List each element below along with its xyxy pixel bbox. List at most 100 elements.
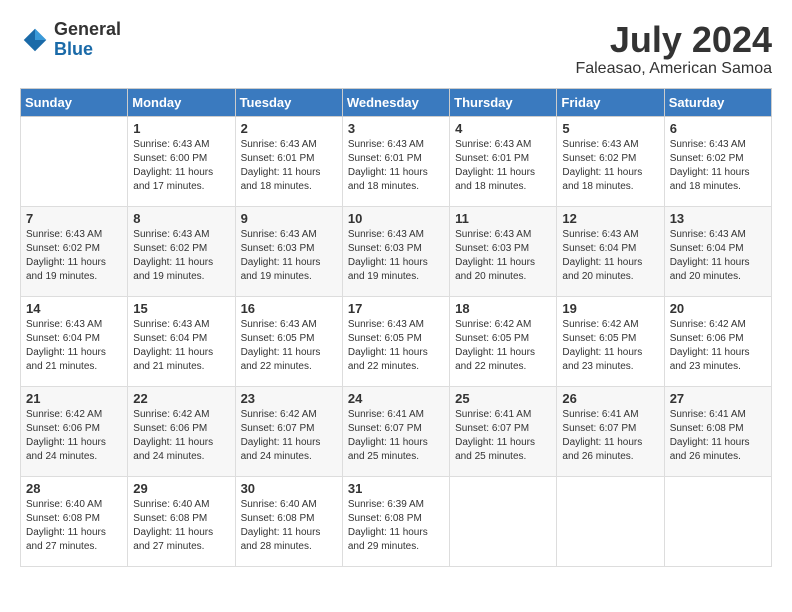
- day-info: Sunrise: 6:43 AMSunset: 6:00 PMDaylight:…: [133, 138, 229, 194]
- day-number: 26: [562, 391, 658, 406]
- day-info: Sunrise: 6:43 AMSunset: 6:04 PMDaylight:…: [670, 228, 766, 284]
- day-info: Sunrise: 6:39 AMSunset: 6:08 PMDaylight:…: [348, 498, 444, 554]
- calendar-table: SundayMondayTuesdayWednesdayThursdayFrid…: [20, 88, 772, 567]
- calendar-week-4: 21 Sunrise: 6:42 AMSunset: 6:06 PMDayligh…: [21, 386, 772, 476]
- day-info: Sunrise: 6:41 AMSunset: 6:07 PMDaylight:…: [455, 408, 551, 464]
- calendar-cell: 27 Sunrise: 6:41 AMSunset: 6:08 PMDayligh…: [664, 386, 771, 476]
- day-number: 2: [241, 121, 337, 136]
- day-info: Sunrise: 6:43 AMSunset: 6:05 PMDaylight:…: [348, 318, 444, 374]
- day-number: 22: [133, 391, 229, 406]
- calendar-cell: 24 Sunrise: 6:41 AMSunset: 6:07 PMDayligh…: [342, 386, 449, 476]
- calendar-cell: 20 Sunrise: 6:42 AMSunset: 6:06 PMDayligh…: [664, 296, 771, 386]
- calendar-cell: 21 Sunrise: 6:42 AMSunset: 6:06 PMDayligh…: [21, 386, 128, 476]
- day-info: Sunrise: 6:43 AMSunset: 6:04 PMDaylight:…: [562, 228, 658, 284]
- day-info: Sunrise: 6:43 AMSunset: 6:02 PMDaylight:…: [670, 138, 766, 194]
- day-number: 24: [348, 391, 444, 406]
- calendar-cell: 11Sunrise: 6:43 AMSunset: 6:03 PMDayligh…: [450, 206, 557, 296]
- day-number: 30: [241, 481, 337, 496]
- calendar-cell: 18 Sunrise: 6:42 AMSunset: 6:05 PMDayligh…: [450, 296, 557, 386]
- day-number: 28: [26, 481, 122, 496]
- day-info: Sunrise: 6:40 AMSunset: 6:08 PMDaylight:…: [26, 498, 122, 554]
- calendar-cell: 23 Sunrise: 6:42 AMSunset: 6:07 PMDayligh…: [235, 386, 342, 476]
- day-info: Sunrise: 6:40 AMSunset: 6:08 PMDaylight:…: [241, 498, 337, 554]
- calendar-cell: 31 Sunrise: 6:39 AMSunset: 6:08 PMDayligh…: [342, 476, 449, 566]
- calendar-week-3: 14 Sunrise: 6:43 AMSunset: 6:04 PMDayligh…: [21, 296, 772, 386]
- day-info: Sunrise: 6:43 AMSunset: 6:01 PMDaylight:…: [455, 138, 551, 194]
- day-number: 9: [241, 211, 337, 226]
- day-number: 5: [562, 121, 658, 136]
- calendar-cell: 29Sunrise: 6:40 AMSunset: 6:08 PMDayligh…: [128, 476, 235, 566]
- day-number: 15: [133, 301, 229, 316]
- day-number: 8: [133, 211, 229, 226]
- logo: General Blue: [20, 20, 121, 60]
- day-info: Sunrise: 6:43 AMSunset: 6:05 PMDaylight:…: [241, 318, 337, 374]
- day-info: Sunrise: 6:43 AMSunset: 6:01 PMDaylight:…: [241, 138, 337, 194]
- calendar-cell: 22 Sunrise: 6:42 AMSunset: 6:06 PMDayligh…: [128, 386, 235, 476]
- day-info: Sunrise: 6:43 AMSunset: 6:04 PMDaylight:…: [133, 318, 229, 374]
- calendar-week-5: 28 Sunrise: 6:40 AMSunset: 6:08 PMDayligh…: [21, 476, 772, 566]
- day-info: Sunrise: 6:43 AMSunset: 6:02 PMDaylight:…: [562, 138, 658, 194]
- day-info: Sunrise: 6:42 AMSunset: 6:06 PMDaylight:…: [133, 408, 229, 464]
- calendar-cell: 14 Sunrise: 6:43 AMSunset: 6:04 PMDayligh…: [21, 296, 128, 386]
- header-saturday: Saturday: [664, 88, 771, 116]
- calendar-cell: 2 Sunrise: 6:43 AMSunset: 6:01 PMDaylight…: [235, 116, 342, 206]
- calendar-cell: 1 Sunrise: 6:43 AMSunset: 6:00 PMDaylight…: [128, 116, 235, 206]
- logo-text: General Blue: [54, 20, 121, 60]
- day-number: 31: [348, 481, 444, 496]
- day-number: 11: [455, 211, 551, 226]
- day-number: 1: [133, 121, 229, 136]
- header-sunday: Sunday: [21, 88, 128, 116]
- day-info: Sunrise: 6:41 AMSunset: 6:08 PMDaylight:…: [670, 408, 766, 464]
- day-number: 3: [348, 121, 444, 136]
- day-info: Sunrise: 6:42 AMSunset: 6:06 PMDaylight:…: [26, 408, 122, 464]
- header-wednesday: Wednesday: [342, 88, 449, 116]
- day-number: 10: [348, 211, 444, 226]
- header-monday: Monday: [128, 88, 235, 116]
- calendar-header-row: SundayMondayTuesdayWednesdayThursdayFrid…: [21, 88, 772, 116]
- calendar-cell: 25 Sunrise: 6:41 AMSunset: 6:07 PMDayligh…: [450, 386, 557, 476]
- calendar-cell: 7 Sunrise: 6:43 AMSunset: 6:02 PMDaylight…: [21, 206, 128, 296]
- calendar-cell: 9Sunrise: 6:43 AMSunset: 6:03 PMDaylight…: [235, 206, 342, 296]
- day-number: 27: [670, 391, 766, 406]
- calendar-cell: [557, 476, 664, 566]
- day-number: 23: [241, 391, 337, 406]
- logo-general: General: [54, 20, 121, 40]
- calendar-cell: 4Sunrise: 6:43 AMSunset: 6:01 PMDaylight…: [450, 116, 557, 206]
- header-tuesday: Tuesday: [235, 88, 342, 116]
- day-number: 7: [26, 211, 122, 226]
- day-info: Sunrise: 6:42 AMSunset: 6:05 PMDaylight:…: [562, 318, 658, 374]
- calendar-cell: 17 Sunrise: 6:43 AMSunset: 6:05 PMDayligh…: [342, 296, 449, 386]
- day-number: 19: [562, 301, 658, 316]
- day-info: Sunrise: 6:43 AMSunset: 6:02 PMDaylight:…: [133, 228, 229, 284]
- day-info: Sunrise: 6:43 AMSunset: 6:01 PMDaylight:…: [348, 138, 444, 194]
- day-info: Sunrise: 6:43 AMSunset: 6:03 PMDaylight:…: [348, 228, 444, 284]
- calendar-cell: 19 Sunrise: 6:42 AMSunset: 6:05 PMDayligh…: [557, 296, 664, 386]
- day-info: Sunrise: 6:42 AMSunset: 6:06 PMDaylight:…: [670, 318, 766, 374]
- day-info: Sunrise: 6:41 AMSunset: 6:07 PMDaylight:…: [348, 408, 444, 464]
- day-info: Sunrise: 6:42 AMSunset: 6:07 PMDaylight:…: [241, 408, 337, 464]
- day-number: 14: [26, 301, 122, 316]
- calendar-cell: 26 Sunrise: 6:41 AMSunset: 6:07 PMDayligh…: [557, 386, 664, 476]
- day-number: 16: [241, 301, 337, 316]
- page-header: General Blue July 2024 Faleasao, America…: [20, 20, 772, 78]
- calendar-cell: [664, 476, 771, 566]
- day-number: 17: [348, 301, 444, 316]
- logo-blue: Blue: [54, 40, 121, 60]
- calendar-cell: [450, 476, 557, 566]
- logo-icon: [20, 25, 50, 55]
- day-info: Sunrise: 6:43 AMSunset: 6:04 PMDaylight:…: [26, 318, 122, 374]
- calendar-cell: 6 Sunrise: 6:43 AMSunset: 6:02 PMDaylight…: [664, 116, 771, 206]
- day-number: 6: [670, 121, 766, 136]
- day-info: Sunrise: 6:40 AMSunset: 6:08 PMDaylight:…: [133, 498, 229, 554]
- calendar-cell: [21, 116, 128, 206]
- calendar-cell: 8 Sunrise: 6:43 AMSunset: 6:02 PMDaylight…: [128, 206, 235, 296]
- day-number: 25: [455, 391, 551, 406]
- day-info: Sunrise: 6:43 AMSunset: 6:02 PMDaylight:…: [26, 228, 122, 284]
- day-number: 21: [26, 391, 122, 406]
- calendar-cell: 13Sunrise: 6:43 AMSunset: 6:04 PMDayligh…: [664, 206, 771, 296]
- day-number: 18: [455, 301, 551, 316]
- day-number: 20: [670, 301, 766, 316]
- title-block: July 2024 Faleasao, American Samoa: [575, 20, 772, 78]
- day-info: Sunrise: 6:42 AMSunset: 6:05 PMDaylight:…: [455, 318, 551, 374]
- day-info: Sunrise: 6:41 AMSunset: 6:07 PMDaylight:…: [562, 408, 658, 464]
